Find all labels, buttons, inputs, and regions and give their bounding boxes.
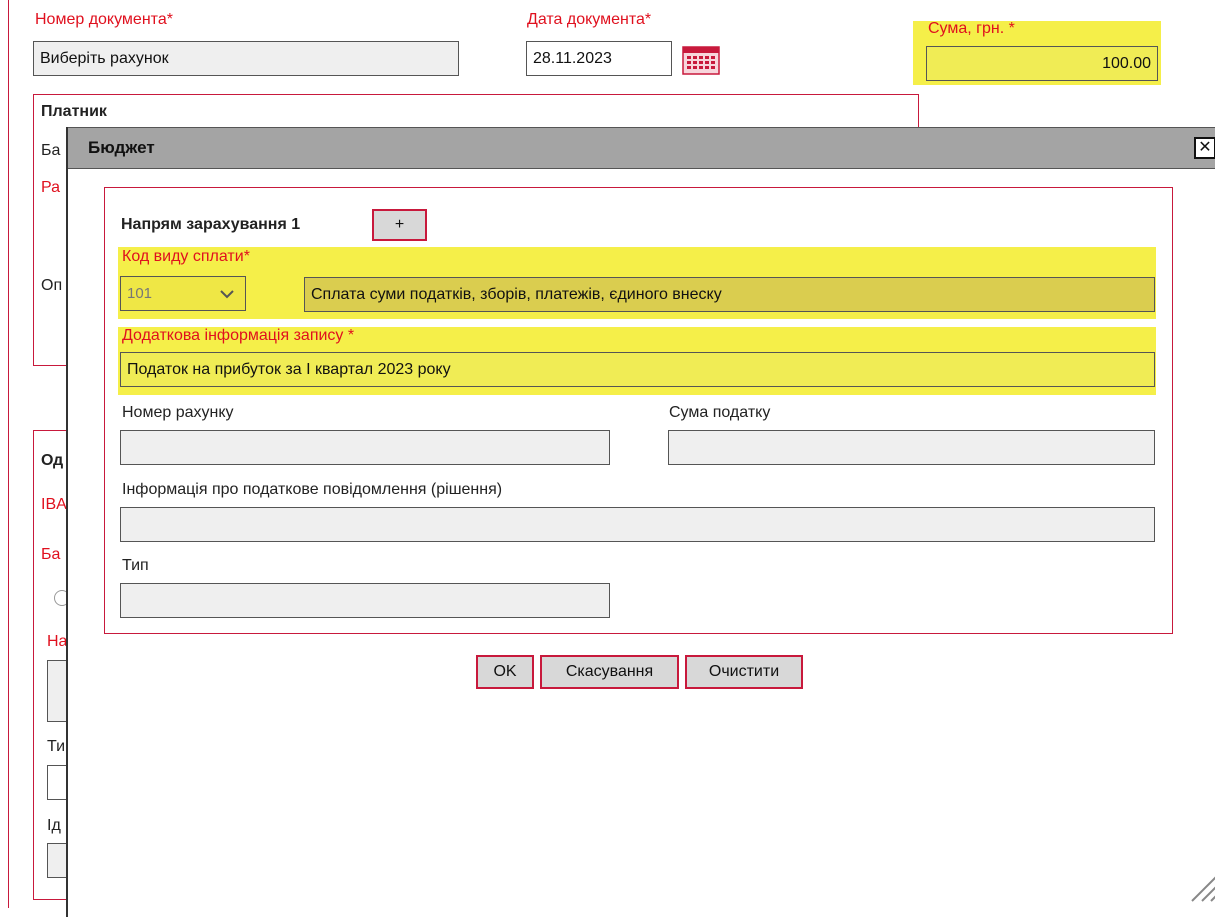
resize-grip-icon[interactable] [1188,872,1215,902]
sum-field[interactable]: 100.00 [926,46,1158,81]
clear-button[interactable]: Очистити [685,655,803,689]
document-date-label: Дата документа* [527,11,652,28]
payer-clip-op: Оп [41,277,63,294]
calendar-icon[interactable] [682,45,720,75]
tax-notice-field[interactable] [120,507,1155,542]
account-number-label: Номер рахунку [122,404,234,421]
recipient-clip-id: Ід [47,817,61,834]
recipient-clip-ba: Ба [41,546,61,563]
close-icon[interactable]: ✕ [1194,137,1215,159]
budget-dialog: Бюджет ✕ Напрям зарахування 1 + Код виду… [66,127,1215,917]
payer-clip-ra: Ра [41,179,61,196]
payer-clip-ba: Ба [41,142,61,159]
dialog-title: Бюджет [88,138,155,157]
extra-info-field[interactable]: Податок на прибуток за I квартал 2023 ро… [120,352,1155,387]
payment-code-label: Код виду сплати* [122,248,250,265]
dialog-titlebar[interactable]: Бюджет [68,127,1215,169]
document-number-label: Номер документа* [35,11,173,28]
type-label: Тип [122,557,149,574]
ok-button[interactable]: OK [476,655,534,689]
tax-sum-field[interactable] [668,430,1155,465]
document-date-field[interactable]: 28.11.2023 [526,41,672,76]
account-number-field[interactable] [120,430,610,465]
tax-sum-label: Сума податку [669,404,771,421]
payment-code-select[interactable]: 101 [120,276,246,311]
add-direction-button[interactable]: + [372,209,427,241]
sum-label: Сума, грн. * [928,20,1015,37]
type-field[interactable] [120,583,610,618]
cancel-button[interactable]: Скасування [540,655,679,689]
tax-notice-label: Інформація про податкове повідомлення (р… [122,481,503,498]
chevron-down-icon [219,277,235,310]
recipient-clip-na: На [47,633,68,650]
document-number-field[interactable]: Виберіть рахунок [33,41,459,76]
payer-title: Платник [41,103,107,120]
recipient-clip-ty: Ти [47,738,66,755]
recipient-clip-od: Од [41,452,64,469]
extra-info-label: Додаткова інформація запису * [122,327,355,344]
recipient-clip-iban: IBA [41,496,67,513]
payment-code-description: Сплата суми податків, зборів, платежів, … [304,277,1155,312]
direction-label: Напрям зарахування 1 [121,216,301,233]
